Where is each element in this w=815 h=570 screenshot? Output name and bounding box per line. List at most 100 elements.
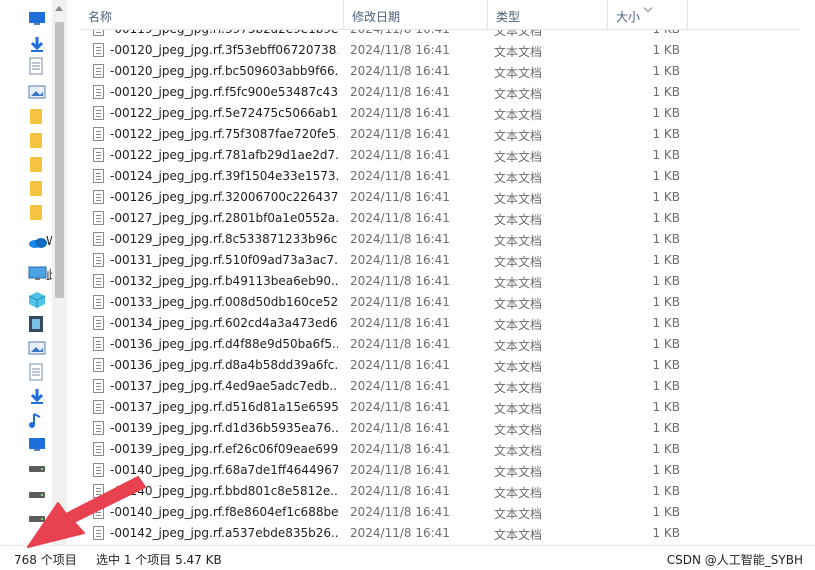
navigation-pane: W此 [0, 0, 80, 545]
text-file-icon [93, 30, 104, 36]
file-type: 文本文档 [494, 66, 543, 80]
file-row[interactable]: -00119_jpeg_jpg.rf.3975b2a2e9e1b9e... 202… [80, 30, 815, 40]
file-row[interactable]: -00120_jpeg_jpg.rf.bc509603abb9f66... 202… [80, 61, 815, 82]
file-size: 1 KB [652, 484, 680, 498]
file-name: -00127_jpeg_jpg.rf.2801bf0a1e0552a... [110, 211, 338, 225]
file-row[interactable]: -00129_jpeg_jpg.rf.8c533871233b96c... 202… [80, 229, 815, 250]
nav-item[interactable] [28, 34, 54, 56]
text-file-icon [93, 421, 104, 435]
file-row[interactable]: -00127_jpeg_jpg.rf.2801bf0a1e0552a... 202… [80, 208, 815, 229]
file-row[interactable]: -00124_jpeg_jpg.rf.39f1504e33e1573... 202… [80, 166, 815, 187]
nav-item[interactable] [28, 130, 54, 152]
file-row[interactable]: -00137_jpeg_jpg.rf.4ed9ae5adc7edb... 2024… [80, 376, 815, 397]
nav-item[interactable] [28, 410, 54, 432]
file-type: 文本文档 [494, 318, 543, 332]
file-list-scrollbar[interactable] [800, 0, 815, 545]
file-size: 1 KB [652, 85, 680, 99]
text-file-icon [93, 274, 104, 288]
file-name: -00139_jpeg_jpg.rf.ef26c06f09eae699... [110, 442, 338, 456]
file-row[interactable]: -00137_jpeg_jpg.rf.d516d81a15e6595... 202… [80, 397, 815, 418]
file-row[interactable]: -00126_jpeg_jpg.rf.32006700c226437... 202… [80, 187, 815, 208]
nav-item[interactable] [28, 508, 54, 530]
file-row[interactable]: -00120_jpeg_jpg.rf.3f53ebff06720738... 20… [80, 40, 815, 61]
nav-item[interactable] [28, 56, 54, 78]
nav-item[interactable] [28, 290, 54, 312]
nav-item[interactable] [28, 178, 54, 200]
text-file-icon [93, 505, 104, 519]
text-file-icon [93, 148, 104, 162]
document-icon [28, 57, 44, 78]
nav-scroll-thumb[interactable] [55, 22, 64, 298]
file-row[interactable]: -00140_jpeg_jpg.rf.f8e8604ef1c688be... 20… [80, 502, 815, 523]
file-size: 1 KB [652, 148, 680, 162]
file-row[interactable]: -00132_jpeg_jpg.rf.b49113bea6eb90... 2024… [80, 271, 815, 292]
file-row[interactable]: -00140_jpeg_jpg.rf.68a7de1ff4644967... 20… [80, 460, 815, 481]
nav-item[interactable] [28, 386, 54, 408]
file-row[interactable]: -00120_jpeg_jpg.rf.f5fc900e53487c43... 20… [80, 82, 815, 103]
file-row[interactable]: -00122_jpeg_jpg.rf.5e72475c5066ab1... 202… [80, 103, 815, 124]
file-name: -00136_jpeg_jpg.rf.d4f88e9d50ba6f5... [110, 337, 338, 351]
file-size: 1 KB [652, 253, 680, 267]
text-file-icon [93, 127, 104, 141]
file-date: 2024/11/8 16:41 [350, 379, 450, 393]
nav-item[interactable]: W [28, 232, 58, 254]
file-row[interactable]: -00134_jpeg_jpg.rf.602cd4a3a473ed6... 202… [80, 313, 815, 334]
file-row[interactable]: -00142_jpeg_jpg.rf.a537ebde835b26... 2024… [80, 523, 815, 544]
nav-item[interactable] [28, 82, 54, 104]
file-type: 文本文档 [494, 108, 543, 122]
nav-item[interactable] [28, 106, 54, 128]
file-row[interactable]: -00136_jpeg_jpg.rf.d4f88e9d50ba6f5... 202… [80, 334, 815, 355]
selection-info: 选中 1 个项目 5.47 KB [96, 553, 222, 567]
file-type: 文本文档 [494, 234, 543, 248]
nav-item[interactable] [28, 484, 54, 506]
file-row[interactable]: -00139_jpeg_jpg.rf.ef26c06f09eae699... 20… [80, 439, 815, 460]
file-type: 文本文档 [494, 360, 543, 374]
file-row[interactable]: -00122_jpeg_jpg.rf.781afb29d1ae2d7... 202… [80, 145, 815, 166]
nav-item[interactable] [28, 314, 54, 336]
text-file-icon [93, 211, 104, 225]
text-file-icon [93, 358, 104, 372]
file-row[interactable]: -00133_jpeg_jpg.rf.008d50db160ce52... 202… [80, 292, 815, 313]
nav-item[interactable] [28, 434, 54, 456]
text-file-icon [93, 253, 104, 267]
file-row[interactable]: -00136_jpeg_jpg.rf.d8a4b58dd39a6fc... 202… [80, 355, 815, 376]
nav-item[interactable] [28, 338, 54, 360]
file-date: 2024/11/8 16:41 [350, 400, 450, 414]
nav-scrollbar[interactable] [52, 0, 67, 545]
column-date[interactable]: 修改日期 [343, 0, 487, 30]
file-row[interactable]: -00122_jpeg_jpg.rf.75f3087fae720fe5... 20… [80, 124, 815, 145]
file-date: 2024/11/8 16:41 [350, 421, 450, 435]
text-file-icon [93, 337, 104, 351]
file-date: 2024/11/8 16:41 [350, 484, 450, 498]
file-type: 文本文档 [494, 45, 543, 59]
file-date: 2024/11/8 16:41 [350, 505, 450, 519]
column-type[interactable]: 类型 [487, 0, 607, 30]
nav-item[interactable] [28, 458, 54, 480]
folder-icon [28, 131, 44, 152]
file-type: 文本文档 [494, 276, 543, 290]
file-size: 1 KB [652, 526, 680, 540]
file-row[interactable]: -00131_jpeg_jpg.rf.510f09ad73a3ac7... 202… [80, 250, 815, 271]
nav-item[interactable] [28, 154, 54, 176]
file-type: 文本文档 [494, 150, 543, 164]
file-name: -00122_jpeg_jpg.rf.75f3087fae720fe5... [110, 127, 338, 141]
file-size: 1 KB [652, 190, 680, 204]
file-row[interactable]: -00139_jpeg_jpg.rf.d1d36b5935ea76... 2024… [80, 418, 815, 439]
text-file-icon [93, 526, 104, 540]
scroll-up-icon[interactable] [55, 6, 63, 11]
nav-item[interactable]: 此 [28, 264, 58, 286]
file-type: 文本文档 [494, 528, 543, 542]
file-name: -00126_jpeg_jpg.rf.32006700c226437... [110, 190, 338, 204]
nav-item[interactable] [28, 202, 54, 224]
file-size: 1 KB [652, 127, 680, 141]
file-date: 2024/11/8 16:41 [350, 85, 450, 99]
file-row[interactable]: -00140_jpeg_jpg.rf.bbd801c8e5812e... 2024… [80, 481, 815, 502]
drive-icon [28, 511, 46, 528]
nav-item[interactable] [28, 8, 54, 30]
nav-item[interactable] [28, 362, 54, 384]
file-type: 文本文档 [494, 192, 543, 206]
column-name[interactable]: 名称 [80, 0, 343, 30]
text-file-icon [93, 316, 104, 330]
file-size: 1 KB [652, 442, 680, 456]
text-file-icon [93, 400, 104, 414]
